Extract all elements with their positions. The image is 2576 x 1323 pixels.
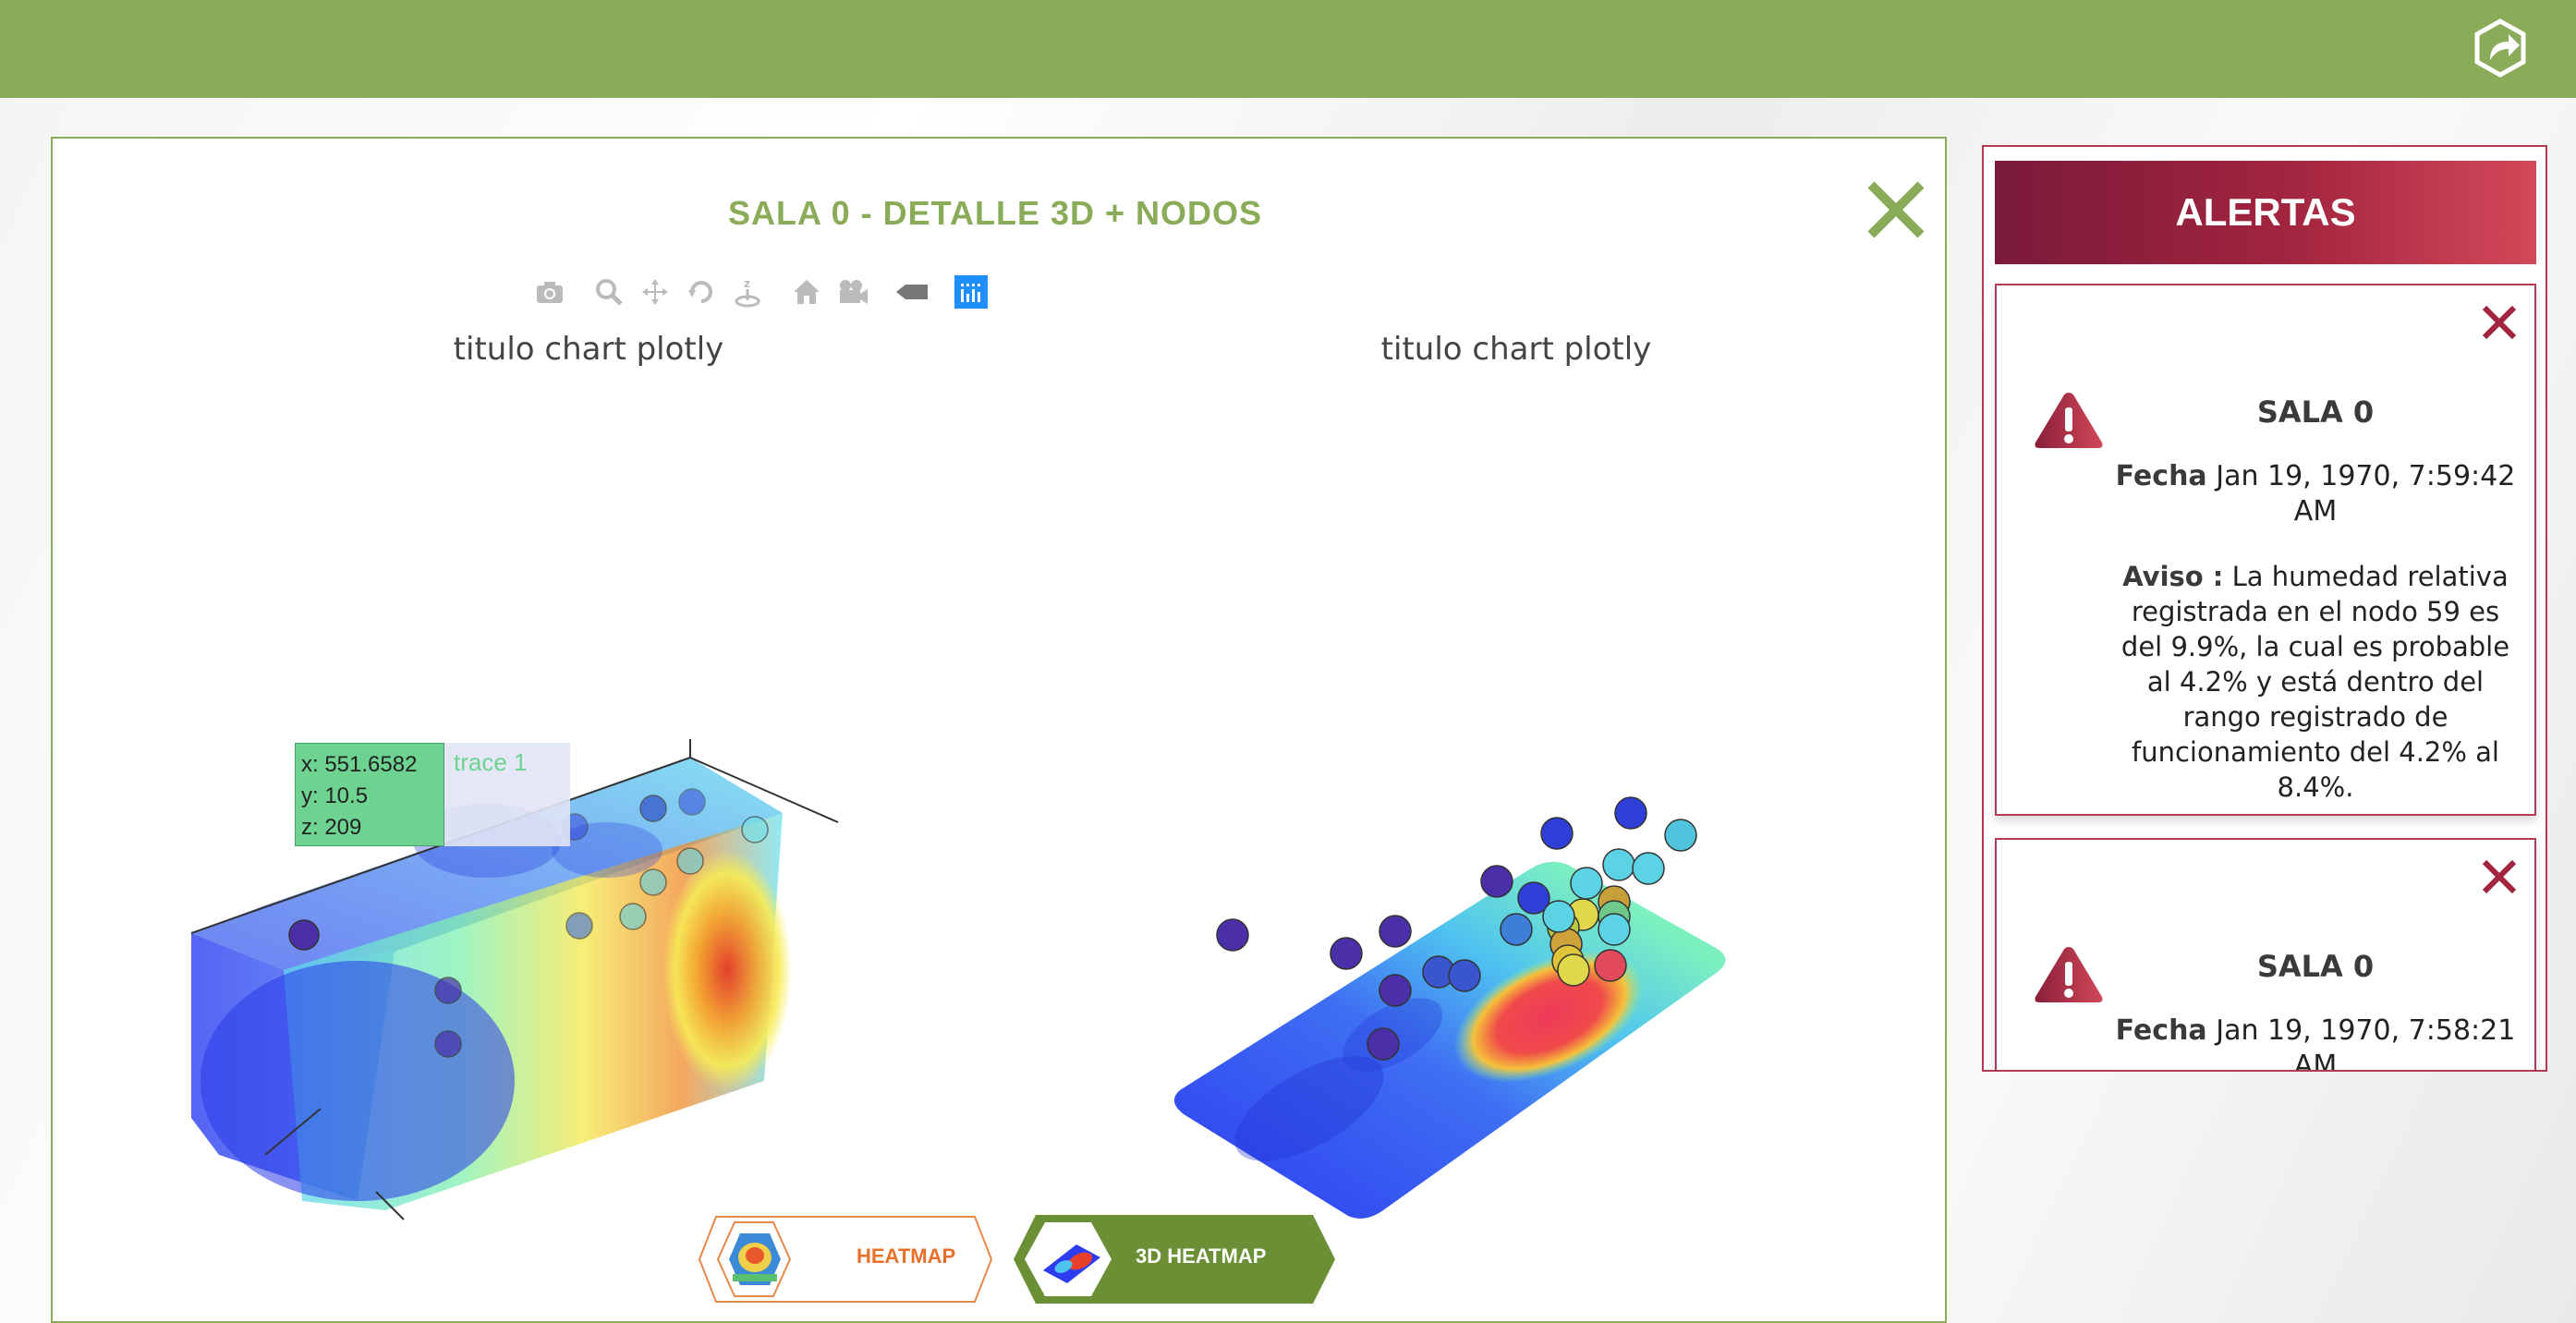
warning-icon [2034, 943, 2104, 1004]
top-bar [0, 0, 2576, 98]
hover-tooltip: x: 551.6582 y: 10.5 z: 209 [295, 743, 444, 846]
alert-message-text: La humedad relativa registrada en el nod… [2120, 561, 2510, 803]
warning-icon [2034, 389, 2104, 450]
home-icon[interactable] [790, 275, 823, 309]
alerts-panel: ALERTAS SALA 0 Fecha Jan 19, 1970, 7:59:… [1982, 145, 2547, 1072]
close-icon[interactable] [2479, 302, 2520, 343]
orbit-icon[interactable] [685, 275, 718, 309]
tooltip-y: y: 10.5 [301, 783, 369, 808]
alert-date-value: Jan 19, 1970, 7:59:42 AM [2216, 460, 2516, 528]
alert-date: Fecha Jan 19, 1970, 7:58:21 AM [2108, 1013, 2523, 1072]
plot-3d-heatmap-nodes[interactable] [1143, 776, 1790, 1238]
tooltip-z: z: 209 [301, 815, 362, 840]
chart-title-right: titulo chart plotly [1380, 331, 1652, 368]
tab-heatmap[interactable]: HEATMAP [688, 1215, 993, 1304]
camera-icon[interactable] [533, 275, 566, 309]
alert-card: SALA 0 Fecha Jan 19, 1970, 7:59:42 AM Av… [1995, 284, 2536, 816]
zoom-icon[interactable] [592, 275, 626, 309]
chart-title-left: titulo chart plotly [453, 331, 724, 368]
alert-date-label: Fecha [2115, 1014, 2207, 1047]
camera-reset-icon[interactable] [836, 275, 869, 309]
alert-message-label: Aviso : [2122, 561, 2224, 592]
alert-room: SALA 0 [2256, 949, 2375, 984]
plotly-logo-icon[interactable] [954, 275, 988, 309]
pan-icon[interactable] [638, 275, 672, 309]
tab-heatmap-label: HEATMAP [857, 1244, 956, 1268]
alert-date-value: Jan 19, 1970, 7:58:21 AM [2216, 1014, 2516, 1072]
alert-card: SALA 0 Fecha Jan 19, 1970, 7:58:21 AM [1995, 838, 2536, 1072]
tooltip-trace-name: trace 1 [444, 743, 570, 846]
detail-panel: SALA 0 - DETALLE 3D + NODOS z titulo cha… [51, 137, 1947, 1323]
alert-date-label: Fecha [2115, 460, 2207, 492]
alert-room: SALA 0 [2256, 394, 2375, 430]
page-title: SALA 0 - DETALLE 3D + NODOS [727, 194, 1263, 232]
plot-3d-volume[interactable] [191, 601, 857, 1247]
svg-text:z: z [744, 277, 750, 290]
turntable-icon[interactable]: z [731, 275, 764, 309]
alerts-title: ALERTAS [1995, 161, 2536, 264]
tab-3d-heatmap[interactable]: 3D HEATMAP [1012, 1215, 1335, 1304]
plotly-modebar: z [533, 273, 988, 310]
tooltip-x: x: 551.6582 [301, 752, 418, 777]
tab-3d-heatmap-label: 3D HEATMAP [1136, 1244, 1267, 1268]
alert-date: Fecha Jan 19, 1970, 7:59:42 AM [2108, 459, 2523, 529]
close-icon[interactable] [1864, 177, 1938, 251]
alert-message: Aviso : La humedad relativa registrada e… [2108, 559, 2523, 805]
exit-share-icon[interactable] [2467, 15, 2533, 81]
close-icon[interactable] [2479, 856, 2520, 897]
spike-lines-icon[interactable] [895, 275, 929, 309]
